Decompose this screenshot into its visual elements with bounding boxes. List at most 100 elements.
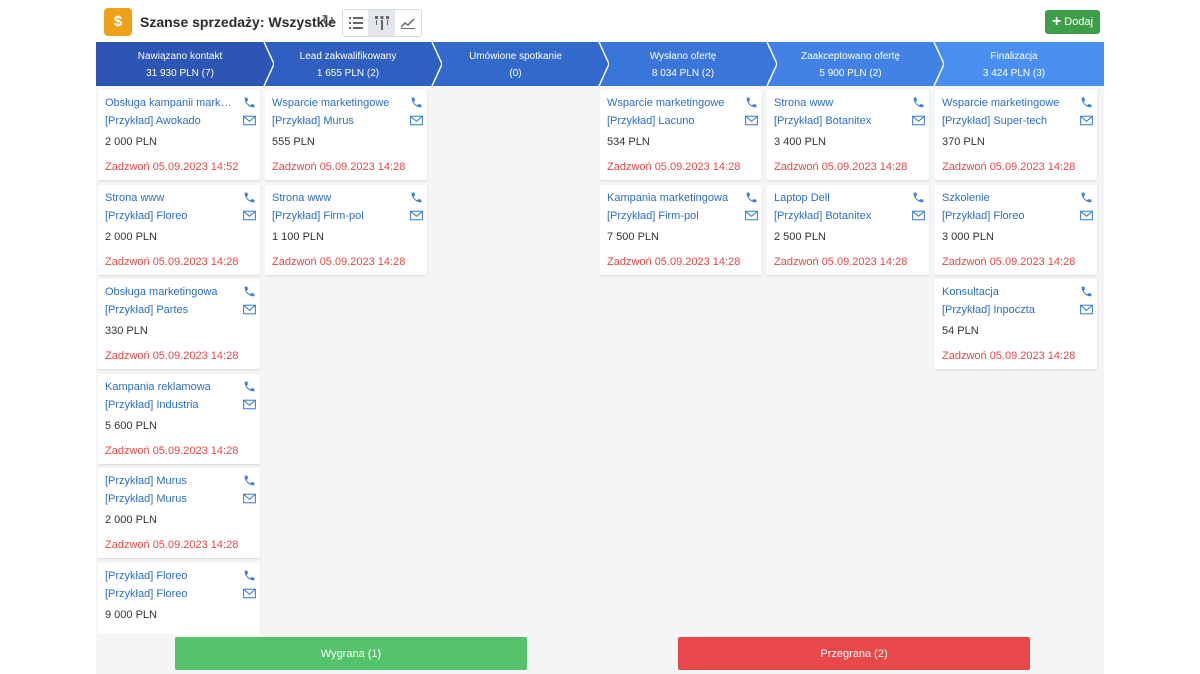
phone-icon[interactable]: [1080, 285, 1093, 298]
deal-next-task[interactable]: Zadzwoń 05.09.2023 14:28: [105, 539, 238, 551]
phone-icon[interactable]: [1080, 96, 1093, 109]
add-button[interactable]: + Dodaj: [1045, 10, 1100, 34]
list-view-icon[interactable]: [343, 10, 369, 36]
won-dropzone-button[interactable]: Wygrana (1): [175, 637, 527, 670]
pipeline-view-icon[interactable]: [369, 10, 395, 36]
phone-icon[interactable]: [410, 96, 423, 109]
mail-icon[interactable]: [912, 115, 925, 126]
deal-next-task[interactable]: Zadzwoń 05.09.2023 14:28: [607, 161, 740, 173]
deal-client-link[interactable]: [Przykład] Botanitex: [774, 210, 904, 222]
deal-card[interactable]: [Przykład] Murus [Przykład] Murus 2 000 PL…: [98, 468, 260, 558]
phone-icon[interactable]: [745, 96, 758, 109]
deal-client-link[interactable]: [Przykład] Partes: [105, 304, 235, 316]
stage-4[interactable]: Wysłano ofertę 8 034 PLN (2): [599, 42, 777, 86]
mail-icon[interactable]: [243, 210, 256, 221]
deal-next-task[interactable]: Zadzwoń 05.09.2023 14:28: [105, 445, 238, 457]
phone-icon[interactable]: [745, 191, 758, 204]
phone-icon[interactable]: [912, 96, 925, 109]
deal-next-task[interactable]: Zadzwoń 05.09.2023 14:28: [607, 256, 740, 268]
phone-icon[interactable]: [410, 191, 423, 204]
deal-title-link[interactable]: Wsparcie marketingowe: [942, 97, 1072, 109]
phone-icon[interactable]: [243, 191, 256, 204]
deal-client-link[interactable]: [Przykład] Botanitex: [774, 115, 904, 127]
deal-client-link[interactable]: [Przykład] Floreo: [105, 588, 235, 600]
mail-icon[interactable]: [410, 115, 423, 126]
stage-5[interactable]: Zaakceptowano ofertę 5 900 PLN (2): [767, 42, 944, 86]
deal-next-task[interactable]: Zadzwoń 05.09.2023 14:28: [105, 350, 238, 362]
deal-title-link[interactable]: Obsługa kampanii marketingowej: [105, 97, 235, 109]
mail-icon[interactable]: [243, 115, 256, 126]
deal-card[interactable]: Strona www [Przykład] Botanitex 3 400 PLN Z…: [767, 90, 929, 180]
deal-card[interactable]: Strona www [Przykład] Firm-pol 1 100 PLN Za…: [265, 184, 427, 275]
deal-client-link[interactable]: [Przykład] Murus: [272, 115, 402, 127]
deal-card[interactable]: Kampania reklamowa [Przykład] Industria 5 …: [98, 373, 260, 464]
mail-icon[interactable]: [243, 493, 256, 504]
phone-icon[interactable]: [243, 569, 256, 582]
deal-card[interactable]: Obsługa marketingowa [Przykład] Partes 330…: [98, 279, 260, 369]
deal-card[interactable]: Kampania marketingowa [Przykład] Firm-pol…: [600, 184, 762, 275]
phone-icon[interactable]: [243, 380, 256, 393]
mail-icon[interactable]: [912, 210, 925, 221]
deal-title-link[interactable]: Strona www: [272, 192, 402, 204]
deal-client-link[interactable]: [Przykład] Lacuno: [607, 115, 737, 127]
phone-icon[interactable]: [1080, 191, 1093, 204]
deal-client-link[interactable]: [Przykład] Floreo: [942, 210, 1072, 222]
stage-1[interactable]: Nawiązano kontakt 31 930 PLN (7): [96, 42, 274, 86]
mail-icon[interactable]: [1080, 304, 1093, 315]
deal-client-link[interactable]: [Przykład] Firm-pol: [607, 210, 737, 222]
refresh-icon[interactable]: ↻: [318, 12, 338, 32]
phone-icon[interactable]: [243, 96, 256, 109]
deal-next-task[interactable]: Zadzwoń 05.09.2023 14:28: [105, 256, 238, 268]
deal-client-link[interactable]: [Przykład] Super-tech: [942, 115, 1072, 127]
deal-client-link[interactable]: [Przykład] Industria: [105, 399, 235, 411]
chart-view-icon[interactable]: [395, 10, 421, 36]
mail-icon[interactable]: [243, 304, 256, 315]
deal-card[interactable]: [Przykład] Floreo [Przykład] Floreo 9 000 …: [98, 562, 260, 634]
deal-next-task[interactable]: Zadzwoń 05.09.2023 14:28: [272, 256, 405, 268]
deal-title-link[interactable]: Obsługa marketingowa: [105, 286, 235, 298]
mail-icon[interactable]: [243, 399, 256, 410]
deal-next-task[interactable]: Zadzwoń 05.09.2023 14:52: [105, 161, 238, 173]
mail-icon[interactable]: [243, 588, 256, 599]
deal-client-link[interactable]: [Przykład] Firm-pol: [272, 210, 402, 222]
deal-title-link[interactable]: Szkolenie: [942, 192, 1072, 204]
deal-card[interactable]: Konsultacja [Przykład] Inpoczta 54 PLN Zadz…: [935, 279, 1097, 369]
lost-dropzone-button[interactable]: Przegrana (2): [678, 637, 1030, 670]
phone-icon[interactable]: [243, 285, 256, 298]
deal-title-link[interactable]: Wsparcie marketingowe: [272, 97, 402, 109]
deal-title-link[interactable]: Konsultacja: [942, 286, 1072, 298]
deal-title-link[interactable]: [Przykład] Floreo: [105, 570, 235, 582]
deal-title-link[interactable]: Kampania marketingowa: [607, 192, 737, 204]
stage-3[interactable]: Umówione spotkanie (0): [432, 42, 609, 86]
deal-client-link[interactable]: [Przykład] Murus: [105, 493, 235, 505]
deal-next-task[interactable]: Zadzwoń 05.09.2023 14:28: [774, 256, 907, 268]
deal-next-task[interactable]: Zadzwoń 05.09.2023 14:28: [942, 161, 1075, 173]
mail-icon[interactable]: [410, 210, 423, 221]
deal-card[interactable]: Wsparcie marketingowe [Przykład] Murus 555…: [265, 90, 427, 180]
deal-title-link[interactable]: Wsparcie marketingowe: [607, 97, 737, 109]
mail-icon[interactable]: [1080, 115, 1093, 126]
deal-next-task[interactable]: Zadzwoń 05.09.2023 14:28: [774, 161, 907, 173]
deal-title-link[interactable]: [Przykład] Murus: [105, 475, 235, 487]
deal-title-link[interactable]: Strona www: [105, 192, 235, 204]
deal-next-task[interactable]: Zadzwoń 05.09.2023 14:28: [942, 350, 1075, 362]
deal-card[interactable]: Szkolenie [Przykład] Floreo 3 000 PLN Zadzw…: [935, 184, 1097, 275]
deal-next-task[interactable]: Zadzwoń 05.09.2023 14:28: [942, 256, 1075, 268]
phone-icon[interactable]: [243, 474, 256, 487]
mail-icon[interactable]: [745, 210, 758, 221]
deal-client-link[interactable]: [Przykład] Awokado: [105, 115, 235, 127]
deal-card[interactable]: Strona www [Przykład] Floreo 2 000 PLN Zadz…: [98, 184, 260, 275]
deal-title-link[interactable]: Laptop Dell: [774, 192, 904, 204]
stage-6[interactable]: Finalizacja 3 424 PLN (3): [934, 42, 1104, 86]
deal-client-link[interactable]: [Przykład] Inpoczta: [942, 304, 1072, 316]
mail-icon[interactable]: [745, 115, 758, 126]
deal-title-link[interactable]: Strona www: [774, 97, 904, 109]
deal-next-task[interactable]: Zadzwoń 05.09.2023 14:28: [272, 161, 405, 173]
deal-card[interactable]: Wsparcie marketingowe [Przykład] Super-te…: [935, 90, 1097, 180]
deal-client-link[interactable]: [Przykład] Floreo: [105, 210, 235, 222]
phone-icon[interactable]: [912, 191, 925, 204]
mail-icon[interactable]: [1080, 210, 1093, 221]
deal-card[interactable]: Laptop Dell [Przykład] Botanitex 2 500 PLN…: [767, 184, 929, 275]
deal-title-link[interactable]: Kampania reklamowa: [105, 381, 235, 393]
deal-card[interactable]: Wsparcie marketingowe [Przykład] Lacuno 53…: [600, 90, 762, 180]
